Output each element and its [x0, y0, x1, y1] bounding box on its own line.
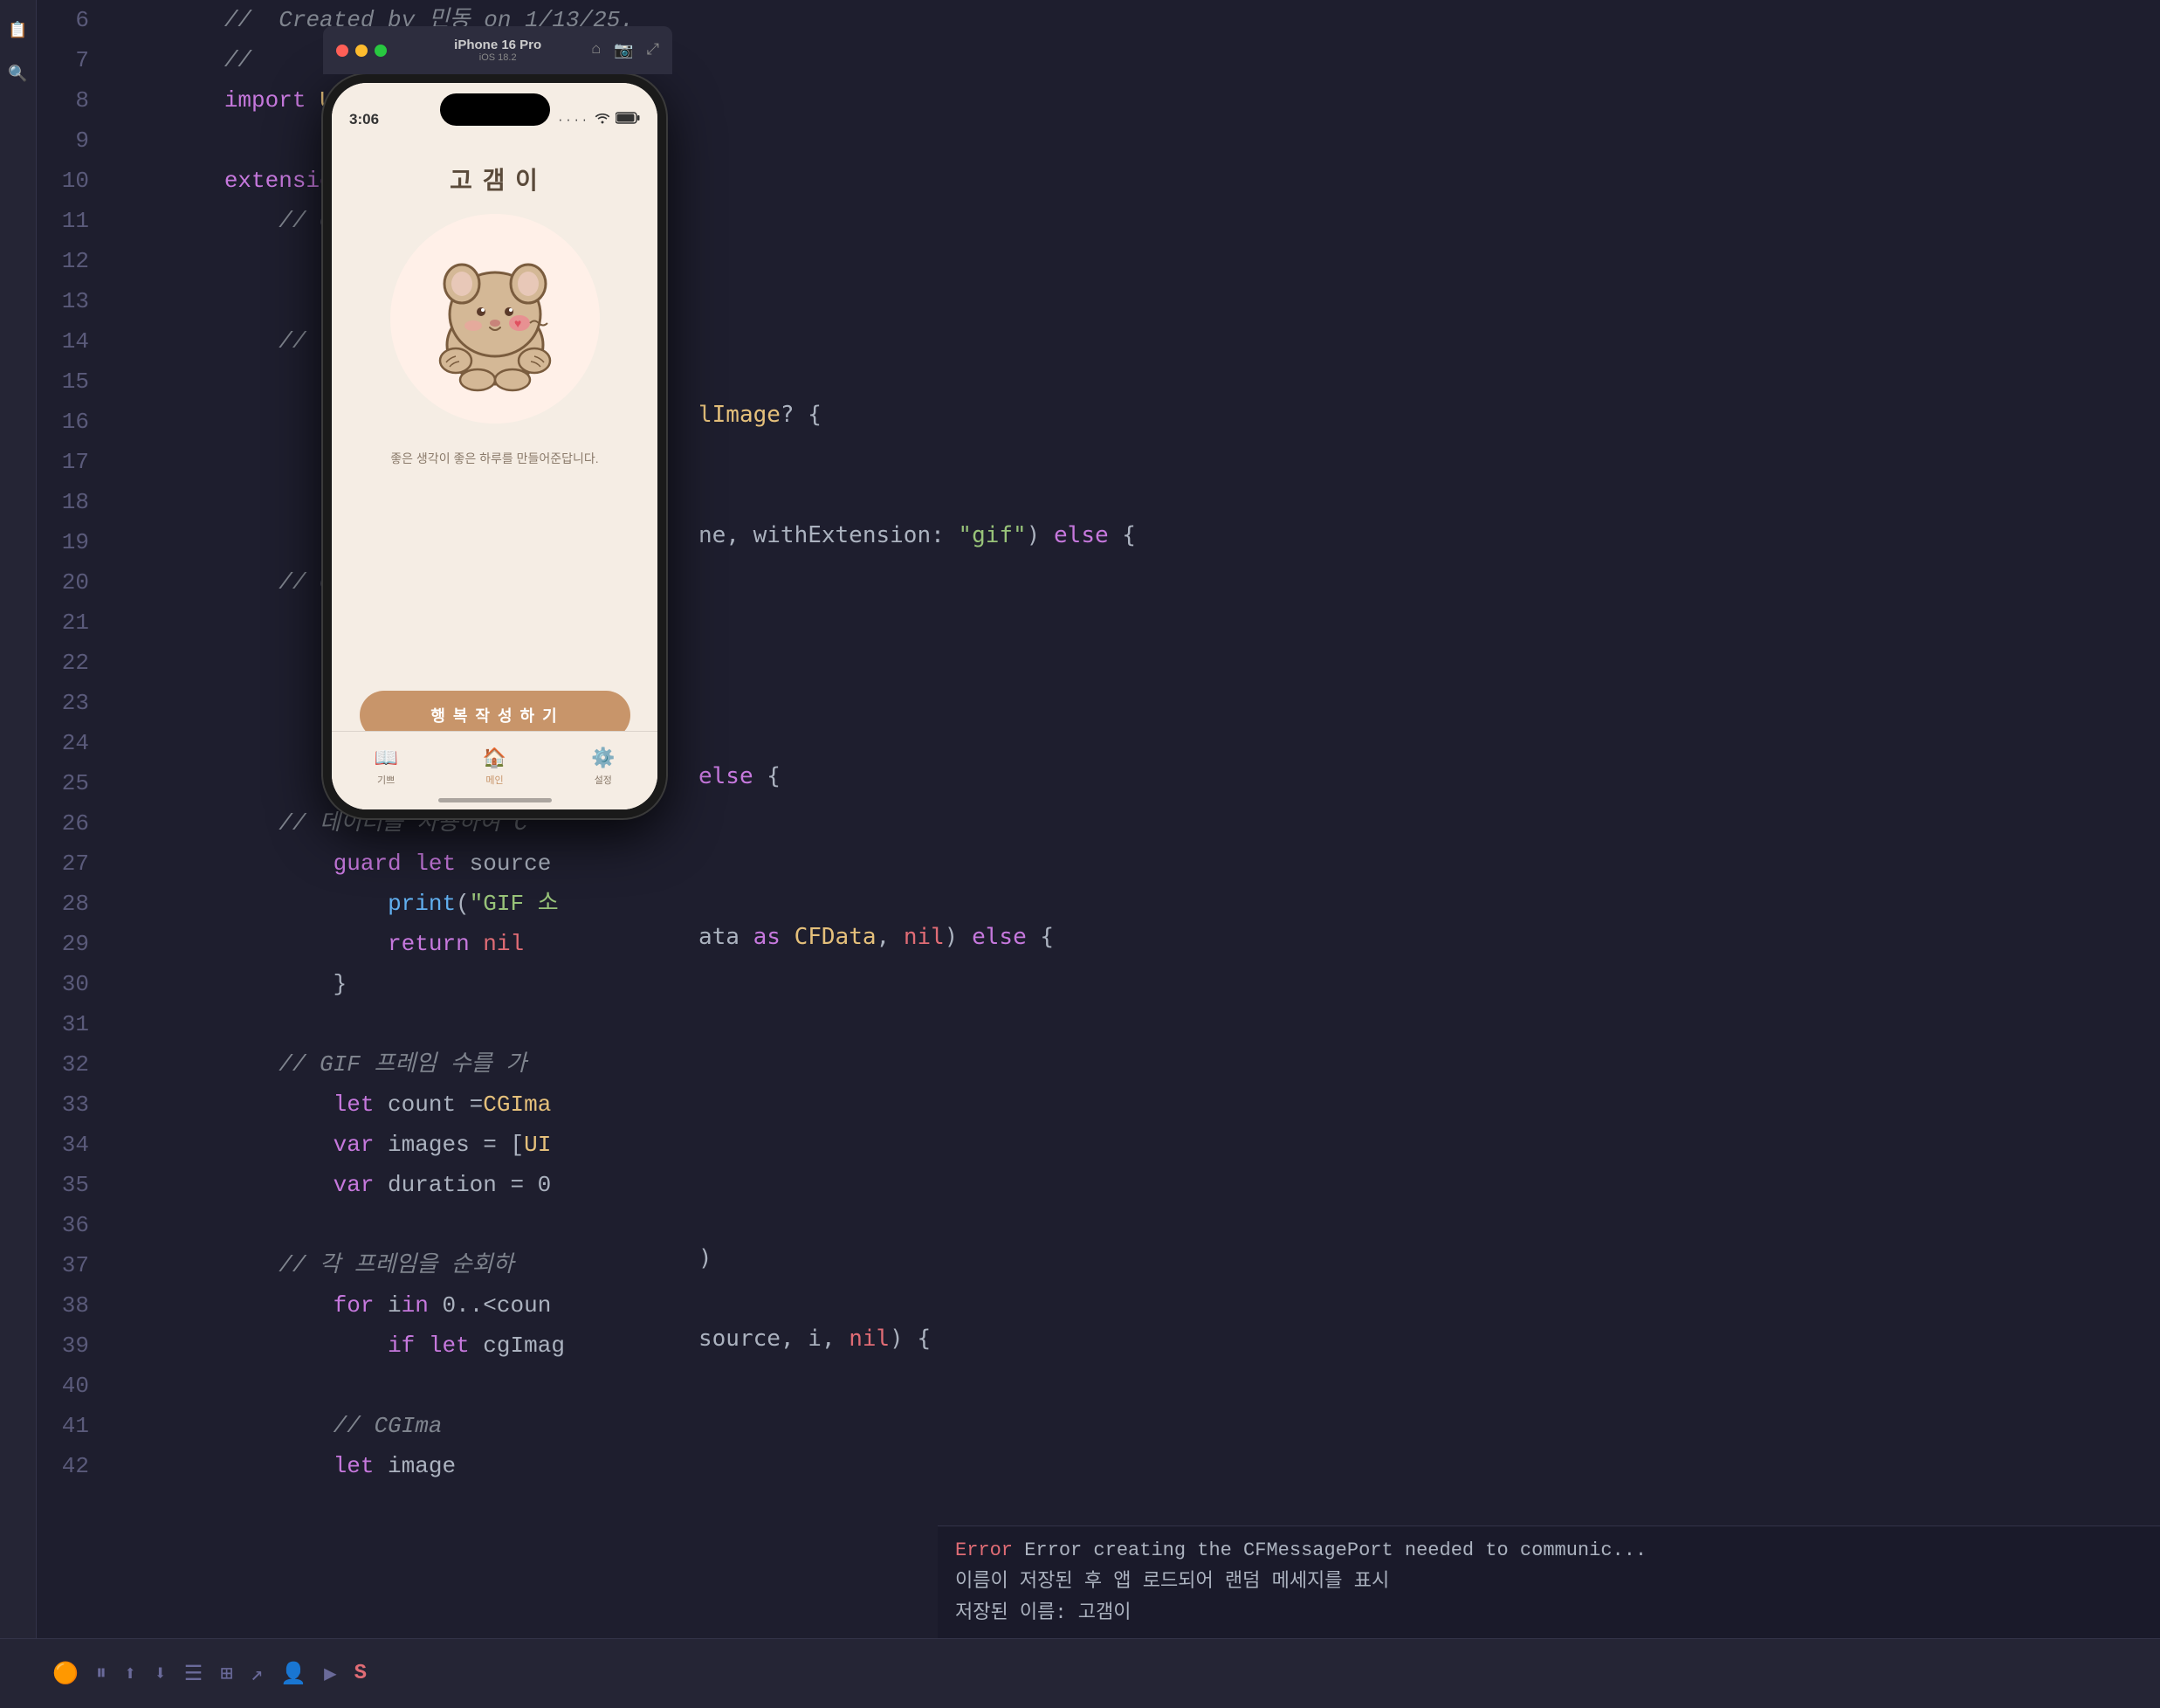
wifi-icon	[595, 112, 610, 128]
right-code-snippet-6: source, i, nil) {	[698, 1326, 931, 1352]
rotate-button[interactable]: ⤢	[647, 41, 659, 60]
toolbar-icon-play[interactable]: ▶	[324, 1661, 336, 1687]
traffic-light-green[interactable]	[375, 45, 387, 57]
tab-home-icon: 🏠	[483, 747, 506, 769]
code-line-39: 39 if let cgImag	[37, 1326, 2160, 1366]
sidebar-panel: 📋 🔍	[0, 0, 37, 1708]
tab-item-settings[interactable]: ⚙️ 설정	[591, 747, 615, 787]
status-icons: ····	[557, 112, 640, 128]
code-line-42: 42 let image	[37, 1446, 2160, 1486]
app-title: 고 갬 이	[450, 162, 540, 196]
toolbar-icon-list[interactable]: ☰	[184, 1661, 203, 1687]
tab-home-label: 메인	[485, 773, 503, 787]
code-line-31: 31	[37, 1004, 2160, 1044]
toolbar-icon-user[interactable]: 👤	[280, 1661, 306, 1687]
status-time: 3:06	[349, 111, 379, 128]
right-code-snippet-3: else {	[698, 763, 781, 789]
right-code-snippet-2: ne, withExtension: "gif") else {	[698, 522, 1136, 548]
tab-item-home[interactable]: 🏠 메인	[483, 747, 506, 787]
error-console: Error Error creating the CFMessagePort n…	[938, 1525, 2160, 1638]
mascot-svg: ♥	[408, 231, 582, 406]
dynamic-island	[440, 93, 550, 126]
traffic-lights	[336, 45, 387, 57]
app-content: 고 갬 이	[332, 83, 657, 809]
traffic-light-red[interactable]	[336, 45, 348, 57]
code-line-37: 37 // 각 프레임을 순회하	[37, 1245, 2160, 1285]
code-line-35: 35 var duration = 0	[37, 1165, 2160, 1205]
console-line-3: 저장된 이름: 고갬이	[955, 1598, 2143, 1629]
battery-icon	[616, 112, 640, 128]
home-button[interactable]: ⌂	[591, 41, 601, 60]
code-line-28: 28 print ( "GIF 소	[37, 884, 2160, 924]
traffic-light-yellow[interactable]	[355, 45, 368, 57]
toolbar-icon-pause[interactable]: ⏸	[96, 1662, 107, 1686]
simulator-title-sub: iOS 18.2	[404, 52, 591, 63]
right-code-snippet-1: lImage? {	[698, 402, 822, 428]
toolbar-icon-down[interactable]: ⬇	[154, 1661, 166, 1687]
signal-dots-icon: ····	[557, 114, 589, 127]
code-line-41: 41 // CGIma	[37, 1406, 2160, 1446]
app-subtitle: 좋은 생각이 좋은 하루를 만들어준답니다.	[390, 450, 598, 467]
sidebar-icon-2[interactable]: 🔍	[5, 61, 31, 87]
code-line-36: 36	[37, 1205, 2160, 1245]
mascot-area: ♥	[390, 214, 600, 424]
simulator-buttons: ⌂ 📷 ⤢	[591, 41, 659, 60]
code-line-34: 34 var images = [ UI	[37, 1125, 2160, 1165]
iphone-device: 3:06 ···· 고 갬 이	[323, 74, 666, 818]
screenshot-button[interactable]: 📷	[614, 41, 633, 60]
tab-settings-icon: ⚙️	[591, 747, 615, 769]
simulator-toolbar: iPhone 16 Pro iOS 18.2 ⌂ 📷 ⤢	[323, 26, 672, 74]
code-line-33: 33 let count = CGIma	[37, 1085, 2160, 1125]
code-line-27: 27 guard let source	[37, 844, 2160, 884]
toolbar-icon-orange[interactable]: 🟠	[52, 1661, 79, 1687]
code-line-30: 30 }	[37, 964, 2160, 1004]
right-code-snippet-5: )	[698, 1245, 712, 1271]
toolbar-icon-up[interactable]: ⬆	[124, 1661, 136, 1687]
toolbar-icon-share[interactable]: ↗	[251, 1661, 263, 1687]
home-indicator	[438, 798, 552, 802]
code-line-38: 38 for i in 0..<coun	[37, 1285, 2160, 1326]
error-line-1: Error Error creating the CFMessagePort n…	[955, 1535, 2143, 1567]
code-line-29: 29 return nil	[37, 924, 2160, 964]
code-line-32: 32 // GIF 프레임 수를 가	[37, 1044, 2160, 1085]
code-line-40: 40	[37, 1366, 2160, 1406]
toolbar-icon-grid[interactable]: ⊞	[220, 1661, 232, 1687]
tab-records-label: 기쁘	[377, 773, 395, 787]
tab-settings-label: 설정	[595, 773, 612, 787]
bottom-toolbar: 🟠 ⏸ ⬆ ⬇ ☰ ⊞ ↗ 👤 ▶ S	[0, 1638, 2160, 1708]
svg-text:♥: ♥	[514, 318, 521, 332]
tab-records-icon: 📖	[374, 747, 397, 769]
tab-item-records[interactable]: 📖 기쁘	[374, 747, 397, 787]
simulator-title-main: iPhone 16 Pro	[404, 38, 591, 52]
toolbar-icon-s[interactable]: S	[354, 1662, 367, 1685]
sidebar-icon-1[interactable]: 📋	[5, 17, 31, 44]
console-line-2: 이름이 저장된 후 앱 로드되어 랜덤 메세지를 표시	[955, 1567, 2143, 1598]
right-code-snippet-4: ata as CFData, nil) else {	[698, 924, 1054, 950]
simulator-title: iPhone 16 Pro iOS 18.2	[404, 38, 591, 63]
